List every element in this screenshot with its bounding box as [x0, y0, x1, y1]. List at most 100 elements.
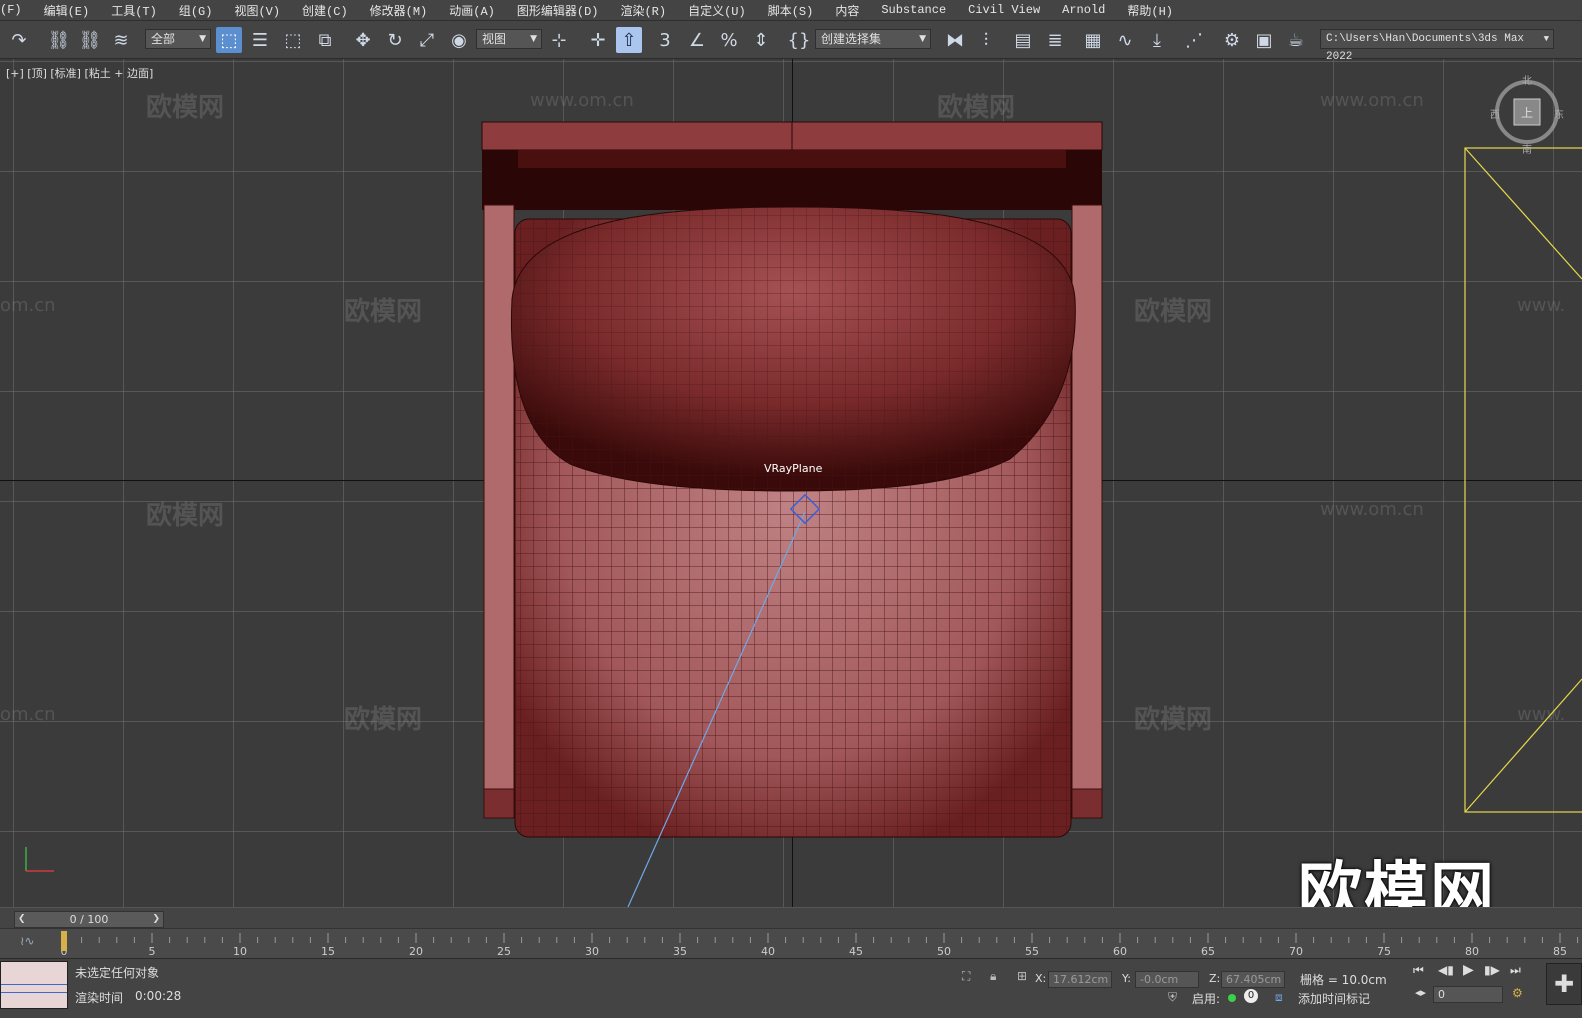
frame-tick-label: 80 [1465, 945, 1479, 958]
redo-icon[interactable]: ↷ [6, 27, 32, 53]
time-tag-icon[interactable]: ⧈ [1275, 990, 1283, 1005]
menu-item[interactable]: Substance [870, 3, 957, 17]
schematic-view-icon[interactable]: ⋰ [1181, 27, 1207, 53]
project-path-dropdown[interactable]: C:\Users\Han\Documents\3ds Max 2022 ▼ [1320, 29, 1554, 63]
frame-tick-label: 70 [1289, 945, 1303, 958]
select-manipulate-icon[interactable]: ✛ [585, 27, 611, 53]
pivot-center-icon[interactable]: ⊹ [546, 27, 572, 53]
ribbon-icon[interactable]: ▦ [1080, 27, 1106, 53]
prev-frame-icon: ❮ [18, 914, 26, 924]
track-bar[interactable]: ≀∿ 0 5 10 15 20 25 30 35 40 45 50 55 60 65 70 75 80 85 [0, 928, 1582, 959]
frame-tick-label: 20 [409, 945, 423, 958]
y-coordinate-field[interactable]: -0.0cm [1135, 971, 1199, 988]
menu-item[interactable]: 创建(C) [291, 2, 359, 19]
x-coordinate-field[interactable]: 17.612cm [1048, 971, 1112, 988]
select-object-icon[interactable]: ⬚ [216, 27, 242, 53]
viewport-label[interactable]: [+] [顶] [标准] [粘土 + 边面] [6, 65, 153, 81]
menu-item[interactable]: 动画(A) [438, 2, 506, 19]
rendered-frame-icon[interactable]: ▣ [1251, 27, 1277, 53]
adaptive-degradation-icon[interactable]: ⛨ [1168, 990, 1177, 1005]
viewcube-top-face: 上 [1521, 106, 1534, 120]
menu-item[interactable]: 渲染(R) [609, 2, 677, 19]
menu-item[interactable]: 组(G) [168, 2, 224, 19]
angle-snap-icon[interactable]: ∠ [684, 27, 710, 53]
enable-label: 启用: [1192, 992, 1221, 1006]
lock-icon[interactable]: 🔒︎ [990, 969, 996, 984]
viewcube-north: 北 [1522, 76, 1532, 87]
armchair-model[interactable] [481, 121, 1103, 838]
curve-editor-icon[interactable]: ∿ [1112, 27, 1138, 53]
play-icon[interactable]: ▶ [1463, 962, 1474, 978]
axis-tripod-icon [25, 847, 54, 872]
named-selection-dropdown[interactable]: 创建选择集 ▼ [815, 29, 931, 49]
frame-tick-label: 55 [1025, 945, 1039, 958]
vrayplane-label: VRayPlane [764, 462, 823, 475]
frame-tick-label: 45 [849, 945, 863, 958]
rect-selection-icon[interactable]: ⬚ [280, 27, 306, 53]
align-icon[interactable]: ⫶ [973, 27, 999, 53]
menu-item[interactable]: 图形编辑器(D) [506, 2, 610, 19]
menu-item[interactable]: 修改器(M) [359, 2, 439, 19]
goto-start-icon[interactable]: ⏮ [1413, 963, 1424, 978]
maxscript-listener-mini[interactable] [0, 961, 68, 1009]
scale-icon[interactable]: ⤢ [414, 27, 440, 53]
time-cursor[interactable] [61, 931, 67, 951]
bind-space-warp-icon[interactable]: ≋ [108, 27, 134, 53]
key-mode-icon[interactable]: ◂▸ [1415, 986, 1426, 999]
ref-coord-dropdown[interactable]: 视图 ▼ [476, 29, 542, 49]
render-setup-icon[interactable]: ⚙ [1219, 27, 1245, 53]
unlink-icon[interactable]: ⛓ [77, 27, 103, 53]
time-slider[interactable]: ❮ 0 / 100 ❯ [0, 907, 1582, 928]
menu-item[interactable]: Arnold [1051, 3, 1116, 17]
window-crossing-icon[interactable]: ⧉ [312, 27, 338, 53]
menu-item[interactable]: 编辑(E) [33, 2, 101, 19]
layer-explorer-icon[interactable]: ≣ [1042, 27, 1068, 53]
select-by-name-icon[interactable]: ☰ [247, 27, 273, 53]
menu-item[interactable]: 内容 [824, 2, 870, 19]
snap-3d-icon[interactable]: 3 [652, 27, 678, 53]
menu-item[interactable]: 视图(V) [223, 2, 291, 19]
dope-sheet-icon[interactable]: ⤓ [1144, 27, 1170, 53]
frame-tick-label: 60 [1113, 945, 1127, 958]
goto-end-icon[interactable]: ⏭ [1510, 963, 1521, 978]
menu-item[interactable]: (F) [0, 3, 33, 17]
enable-status-dot [1228, 994, 1236, 1002]
keyboard-shortcut-icon[interactable]: ⇧ [616, 27, 642, 53]
scene-explorer-icon[interactable]: ▤ [1010, 27, 1036, 53]
absolute-mode-icon[interactable]: ⊞ [1017, 969, 1027, 983]
scene-svg [481, 121, 1582, 907]
move-icon[interactable]: ✥ [350, 27, 376, 53]
main-toolbar: ↷ ⛓ ⛓ ≋ 全部 ▼ ⬚ ☰ ⬚ ⧉ ✥ ↻ ⤢ ◉ 视图 ▼ ⊹ ✛ ⇧ 3 … [0, 21, 1582, 63]
time-config-icon[interactable]: ⚙ [1512, 986, 1523, 1000]
current-frame-field[interactable]: 0 [1433, 986, 1503, 1003]
render-teapot-icon[interactable]: ☕ [1283, 27, 1309, 53]
viewcube[interactable]: 北 南 东 西 上 [1490, 76, 1565, 156]
menu-item[interactable]: 脚本(S) [757, 2, 825, 19]
selection-filter-dropdown[interactable]: 全部 ▼ [145, 29, 211, 49]
spinner-snap-icon[interactable]: ⇕ [748, 27, 774, 53]
render-time-label: 渲染时间 [75, 991, 124, 1005]
frame-tick-label: 50 [937, 945, 951, 958]
placement-icon[interactable]: ◉ [446, 27, 472, 53]
add-time-tag-button[interactable]: 添加时间标记 [1298, 990, 1370, 1007]
frame-tick-label: 85 [1553, 945, 1567, 958]
menu-item[interactable]: 帮助(H) [1116, 2, 1184, 19]
next-key-icon[interactable]: ▮▶ [1484, 963, 1500, 977]
isolate-icon[interactable]: ⛶ [962, 969, 970, 984]
x-label: X: [1035, 972, 1047, 985]
menu-item[interactable]: 工具(T) [100, 2, 168, 19]
menu-item[interactable]: 自定义(U) [677, 2, 757, 19]
named-selection-icon[interactable]: {} [786, 27, 812, 53]
viewport-navigation-icon[interactable]: ✚ [1546, 963, 1582, 1005]
viewcube-west: 西 [1490, 110, 1500, 121]
link-icon[interactable]: ⛓ [46, 27, 72, 53]
yellow-frame-object[interactable] [1464, 147, 1582, 813]
mirror-icon[interactable]: ⧓ [942, 27, 968, 53]
z-coordinate-field[interactable]: 67.405cm [1221, 971, 1285, 988]
time-slider-thumb[interactable]: ❮ 0 / 100 ❯ [14, 911, 164, 928]
menu-item[interactable]: Civil View [957, 3, 1051, 17]
rotate-icon[interactable]: ↻ [382, 27, 408, 53]
top-viewport[interactable]: 欧模网 www.om.cn 欧模网 www.om.cn om.cn 欧模网 欧模… [0, 59, 1582, 907]
prev-key-icon[interactable]: ◀▮ [1438, 963, 1454, 977]
percent-snap-icon[interactable]: % [716, 27, 742, 53]
